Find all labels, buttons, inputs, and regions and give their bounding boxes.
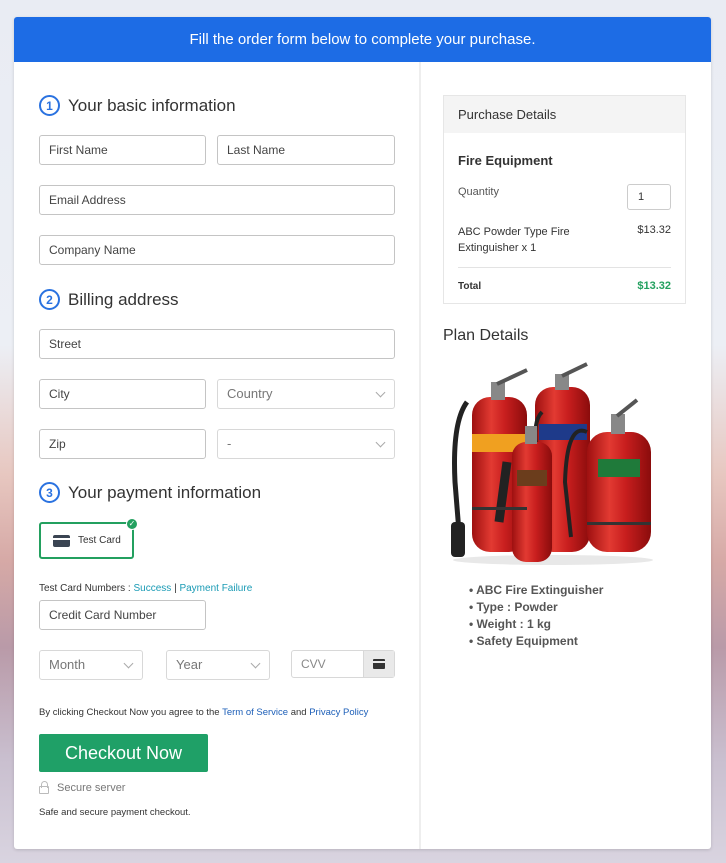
checkout-form: 1 Your basic information First Name Last… [14,62,421,849]
quantity-input[interactable]: 1 [627,184,671,210]
cvv-input[interactable]: CVV [292,651,363,677]
section-basic-info: 1 Your basic information [39,95,236,116]
safe-checkout-text: Safe and secure payment checkout. [39,807,191,818]
plan-details-title: Plan Details [443,327,529,344]
order-summary: Purchase Details Fire Equipment Quantity… [423,62,711,849]
section-title: Your payment information [68,482,262,502]
payment-method-test-card[interactable]: Test Card ✓ [39,518,138,559]
step-2-icon: 2 [39,289,60,310]
line-item-price: $13.32 [637,224,671,236]
chevron-down-icon [375,387,386,398]
year-select-value: Year [176,657,203,672]
product-image [447,362,659,567]
product-group-title: Fire Equipment [458,153,553,168]
month-select[interactable]: Month [39,650,143,680]
payment-failure-link[interactable]: Payment Failure [179,583,252,594]
banner: Fill the order form below to complete yo… [14,17,711,62]
test-card-label: Test Card Numbers : [39,583,131,594]
step-1-icon: 1 [39,95,60,116]
purchase-details-header: Purchase Details [444,96,685,133]
credit-card-icon [53,534,70,547]
terms-prefix: By clicking Checkout Now you agree to th… [39,707,220,718]
country-select-value: Country [227,386,273,401]
first-name-input[interactable]: First Name [39,135,206,165]
chevron-down-icon [375,437,386,448]
chevron-down-icon [250,658,261,669]
street-input[interactable]: Street [39,329,395,359]
zip-input[interactable]: Zip [39,429,206,459]
secure-server: Secure server [39,781,126,794]
terms-text: By clicking Checkout Now you agree to th… [39,707,368,718]
year-select[interactable]: Year [166,650,270,680]
chevron-down-icon [123,658,134,669]
section-billing: 2 Billing address [39,289,179,310]
section-payment: 3 Your payment information [39,482,261,503]
city-input[interactable]: City [39,379,206,409]
state-select[interactable]: - [217,429,395,459]
payment-method-label: Test Card [78,535,121,546]
lock-icon [39,781,49,794]
feature-item: Type : Powder [469,599,603,616]
feature-item: Weight : 1 kg [469,616,603,633]
credit-card-icon [373,659,385,669]
quantity-label: Quantity [458,186,499,198]
email-input[interactable]: Email Address [39,185,395,215]
company-input[interactable]: Company Name [39,235,395,265]
month-select-value: Month [49,657,86,672]
separator: | [174,583,177,594]
total-value: $13.32 [637,280,671,292]
plan-features-list: ABC Fire Extinguisher Type : Powder Weig… [469,582,603,650]
order-form-card: Fill the order form below to complete yo… [14,17,711,849]
country-select[interactable]: Country [217,379,395,409]
cvv-help-button[interactable] [363,651,394,677]
state-select-value: - [227,436,232,451]
privacy-policy-link[interactable]: Privacy Policy [309,707,368,718]
credit-card-number-input[interactable]: Credit Card Number [39,600,206,630]
terms-and: and [290,707,307,718]
cvv-field: CVV [291,650,395,678]
purchase-details-panel: Purchase Details Fire Equipment Quantity… [443,95,686,304]
step-3-icon: 3 [39,482,60,503]
test-card-numbers: Test Card Numbers : Success | Payment Fa… [39,583,252,594]
feature-item: ABC Fire Extinguisher [469,582,603,599]
secure-server-label: Secure server [57,782,126,794]
total-label: Total [458,281,482,292]
checkmark-icon: ✓ [126,518,138,530]
divider [458,267,671,268]
line-item-name: ABC Powder Type Fire Extinguisher x 1 [458,226,570,254]
fire-extinguishers-illustration [451,362,653,565]
section-title: Your basic information [68,95,236,115]
terms-of-service-link[interactable]: Term of Service [222,707,288,718]
last-name-input[interactable]: Last Name [217,135,395,165]
section-title: Billing address [68,289,179,309]
checkout-now-button[interactable]: Checkout Now [39,734,208,772]
feature-item: Safety Equipment [469,633,603,650]
success-link[interactable]: Success [133,583,171,594]
